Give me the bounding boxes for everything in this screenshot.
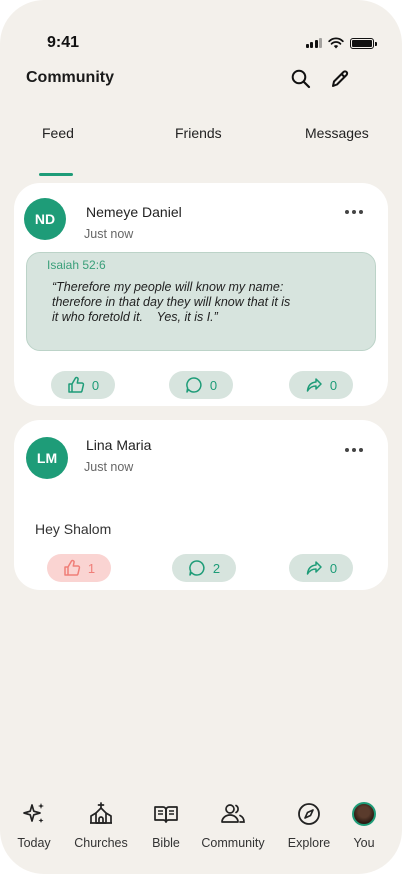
nav-item-today[interactable]: Today <box>0 800 69 850</box>
thumbs-up-icon <box>64 559 81 576</box>
thumbs-up-icon <box>68 376 85 393</box>
tab-messages[interactable]: Messages <box>305 125 369 141</box>
author-name[interactable]: Lina Maria <box>86 437 151 453</box>
more-options-button[interactable] <box>345 448 363 452</box>
sparkles-icon <box>23 803 44 823</box>
verse-quote: Isaiah 52:6 “Therefore my people will kn… <box>26 252 376 351</box>
search-icon <box>291 69 311 89</box>
comment-count: 2 <box>212 560 221 576</box>
status-time: 9:41 <box>47 34 80 51</box>
comment-button[interactable]: 0 <box>169 371 233 399</box>
post-card: LM Lina Maria Just now Hey Shalom 1 2 0 <box>14 420 388 590</box>
search-button[interactable] <box>288 66 314 92</box>
comment-count: 0 <box>209 377 218 393</box>
verse-text: “Therefore my people will know my name: … <box>52 280 291 324</box>
share-count: 0 <box>329 560 338 576</box>
avatar <box>352 802 376 826</box>
nav-item-you[interactable]: You <box>329 800 399 850</box>
like-button[interactable]: 1 <box>47 554 111 582</box>
post-time: Just now <box>84 460 134 474</box>
nav-label-explore: Explore <box>287 836 331 850</box>
nav-item-churches[interactable]: Churches <box>66 800 136 850</box>
share-icon <box>306 378 322 392</box>
post-time: Just now <box>84 227 134 241</box>
verse-reference[interactable]: Isaiah 52:6 <box>47 258 106 272</box>
avatar[interactable]: ND <box>24 198 66 240</box>
wifi-icon <box>328 37 344 49</box>
share-count: 0 <box>329 377 338 393</box>
post-card: ND Nemeye Daniel Just now Isaiah 52:6 “T… <box>14 183 388 406</box>
like-count: 0 <box>91 377 100 393</box>
comment-icon <box>186 377 202 393</box>
nav-label-community: Community <box>201 836 265 850</box>
church-icon <box>90 802 112 824</box>
battery-icon <box>350 37 377 49</box>
phone-screen: 9:41 Community Feed Friends Messages ND … <box>0 0 402 874</box>
tab-active-indicator <box>39 173 73 176</box>
more-options-button[interactable] <box>345 210 363 214</box>
nav-label-you: You <box>353 836 375 850</box>
post-text: Hey Shalom <box>35 521 112 537</box>
status-icons <box>305 37 377 49</box>
comment-icon <box>189 560 205 576</box>
book-icon <box>154 806 178 823</box>
nav-label-bible: Bible <box>152 836 180 850</box>
page-title: Community <box>26 69 114 86</box>
tab-friends[interactable]: Friends <box>175 125 222 141</box>
nav-label-churches: Churches <box>74 836 128 850</box>
tab-feed[interactable]: Feed <box>42 125 74 141</box>
signal-icon <box>305 38 322 48</box>
people-icon <box>221 804 245 823</box>
share-button[interactable]: 0 <box>289 554 353 582</box>
share-button[interactable]: 0 <box>289 371 353 399</box>
comment-button[interactable]: 2 <box>172 554 236 582</box>
avatar[interactable]: LM <box>26 437 68 479</box>
pencil-icon <box>332 70 349 87</box>
nav-item-community[interactable]: Community <box>198 800 268 850</box>
compose-button[interactable] <box>327 66 353 92</box>
author-name[interactable]: Nemeye Daniel <box>86 204 182 220</box>
like-button[interactable]: 0 <box>51 371 115 399</box>
like-count: 1 <box>87 560 96 576</box>
nav-item-bible[interactable]: Bible <box>131 800 201 850</box>
nav-label-today: Today <box>17 836 51 850</box>
compass-icon <box>298 803 320 825</box>
share-icon <box>306 561 322 575</box>
